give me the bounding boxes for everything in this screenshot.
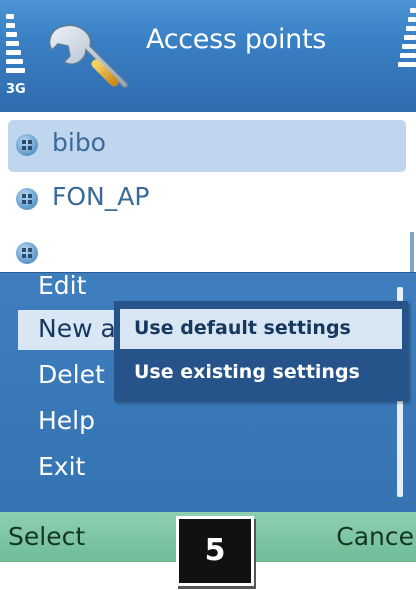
- menu-item-edit[interactable]: Edit: [38, 271, 86, 300]
- battery-icon: [398, 8, 416, 88]
- access-point-icon: [16, 188, 38, 210]
- access-point-list: bibo FON_AP: [0, 112, 416, 342]
- cancel-softkey[interactable]: Cance: [336, 522, 414, 551]
- access-point-icon: [16, 134, 38, 156]
- access-point-icon: [16, 242, 38, 264]
- menu-item-help[interactable]: Help: [38, 406, 95, 435]
- title-bar: 3G Access points: [0, 0, 416, 112]
- list-item-bibo[interactable]: bibo: [8, 120, 406, 172]
- menu-item-new[interactable]: New a: [38, 314, 116, 343]
- select-softkey[interactable]: Select: [8, 522, 85, 551]
- menu-item-exit[interactable]: Exit: [38, 452, 85, 481]
- list-item-label: bibo: [52, 128, 106, 157]
- submenu: Use default settings Use existing settin…: [114, 301, 408, 401]
- network-type-label: 3G: [6, 82, 26, 97]
- phone-screen: 3G Access points bibo FON_AP Edit New a …: [0, 0, 416, 562]
- submenu-item-use-default-settings[interactable]: Use default settings: [134, 317, 351, 339]
- page-title: Access points: [146, 24, 327, 55]
- wrench-icon: [48, 24, 129, 89]
- signal-strength-icon: [6, 14, 28, 76]
- list-item-label: FON_AP: [52, 182, 150, 211]
- menu-item-delete[interactable]: Delet: [38, 360, 105, 389]
- submenu-item-use-existing-settings[interactable]: Use existing settings: [134, 361, 360, 383]
- step-number-badge: 5: [176, 516, 254, 586]
- list-item-fon-ap[interactable]: FON_AP: [8, 174, 406, 226]
